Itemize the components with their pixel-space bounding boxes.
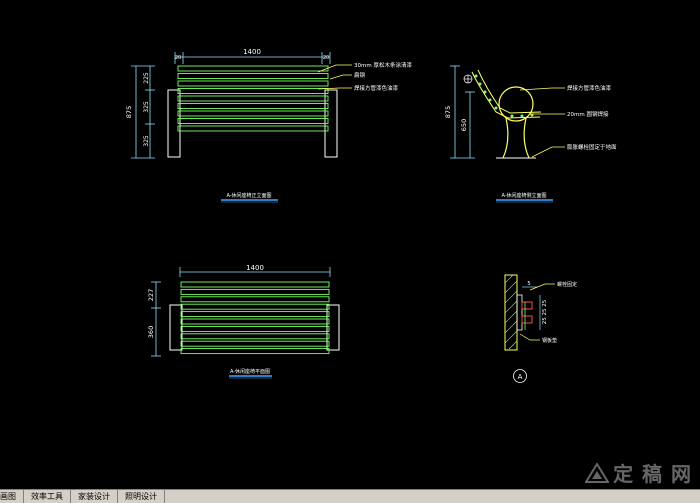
- tab-draw[interactable]: 画图: [0, 490, 24, 503]
- front-elevation: 1400 20 20 875 225 325 325 30mm 厚松木条涂清漆 …: [125, 48, 412, 203]
- front-label-wood: 30mm 厚松木条涂清漆: [354, 61, 412, 69]
- plan-slat: [180, 348, 330, 355]
- tab-lighting-design[interactable]: 照明设计: [118, 490, 165, 503]
- plan-slat: [180, 303, 330, 310]
- front-height-label-2: 325: [143, 101, 150, 113]
- side-caption: A-休闲座椅侧立面图: [501, 192, 546, 199]
- plan-slat: [180, 281, 330, 288]
- detail-top-dim-label: 5: [527, 281, 530, 287]
- detail-label-bolt: 螺栓固定: [557, 281, 577, 288]
- tab-interior-design[interactable]: 家装设计: [71, 490, 118, 503]
- front-slat: [177, 103, 329, 109]
- watermark: 定 稿 网: [585, 458, 692, 487]
- detail-leader-2: [519, 333, 540, 341]
- plan-slat: [180, 325, 330, 332]
- side-elevation: 875 650 焊接方管漆色油漆 20mm 圆钢焊接 膨胀螺栓固定于地面 A-休…: [444, 65, 617, 203]
- front-left-offset-label: 20: [175, 55, 181, 61]
- side-leader-3: [531, 146, 565, 158]
- detail-label-pad: 钢板垫: [542, 337, 557, 344]
- front-slat: [177, 95, 329, 102]
- front-label-flatsteel: 扁钢: [354, 71, 366, 79]
- front-height-label-1: 225: [143, 72, 150, 84]
- front-slat: [177, 88, 329, 94]
- cad-drawing-canvas: 1400 20 20 875 225 325 325 30mm 厚松木条涂清漆 …: [0, 0, 700, 503]
- side-label-tube: 焊接方管漆色油漆: [567, 84, 612, 92]
- plan-slat: [180, 288, 330, 295]
- front-label-tube: 焊接方管漆色油漆: [354, 84, 399, 92]
- side-steel-ring: [498, 86, 534, 122]
- side-total-height-label: 875: [444, 106, 452, 118]
- tab-efficiency-tools[interactable]: 效率工具: [24, 490, 71, 503]
- side-leader-1: [519, 87, 565, 91]
- plan-slat: [180, 340, 330, 347]
- plan-view: 1400 227 360 A-休闲座椅平面图: [147, 264, 340, 379]
- front-leader-2: [329, 74, 352, 80]
- front-caption: A-休闲座椅正立面图: [226, 192, 271, 199]
- cad-drawing: 1400 20 20 875 225 325 325 30mm 厚松木条涂清漆 …: [125, 48, 617, 383]
- plan-slat: [180, 333, 330, 340]
- side-label-anchor: 膨胀螺栓固定于地面: [567, 143, 617, 151]
- side-leg-right: [523, 117, 530, 159]
- plan-left-support: [169, 304, 183, 351]
- logo-icon: [585, 462, 610, 483]
- plan-caption: A-休闲座椅平面图: [230, 368, 270, 375]
- front-slat: [177, 73, 329, 79]
- detail-bolt-2: [521, 315, 533, 324]
- front-width-label: 1400: [243, 48, 261, 56]
- plan-depth-label-2: 360: [147, 326, 155, 338]
- plan-slat: [180, 311, 330, 318]
- front-total-height-label: 875: [125, 106, 133, 118]
- detail-a: 5 25 25 25 螺栓固定 钢板垫 A: [504, 274, 577, 383]
- side-backrest-inner: [477, 69, 542, 114]
- detail-right-dim-label: 25 25 25: [542, 299, 548, 324]
- detail-bolt-1: [521, 301, 533, 310]
- front-slat: [177, 110, 329, 117]
- side-label-roundsteel: 20mm 圆钢焊接: [567, 110, 609, 118]
- watermark-text: 定 稿 网: [613, 462, 692, 486]
- plan-slat: [180, 318, 330, 325]
- plan-slat: [180, 296, 330, 303]
- front-slat: [177, 118, 329, 124]
- plan-slats: [180, 281, 330, 355]
- front-slat: [177, 80, 329, 87]
- plan-depth-label-1: 227: [147, 289, 155, 301]
- bottom-tab-bar: 画图 效率工具 家装设计 照明设计: [0, 489, 700, 503]
- side-leg-left: [502, 117, 509, 159]
- detail-steel-plate: [516, 294, 523, 331]
- front-slats: [177, 65, 329, 132]
- plan-width-label: 1400: [246, 264, 264, 272]
- front-slat: [177, 125, 329, 132]
- front-right-offset-label: 20: [323, 55, 329, 61]
- front-slat: [177, 65, 329, 72]
- front-height-label-3: 325: [143, 135, 150, 147]
- side-seat-height-label: 650: [460, 119, 468, 131]
- detail-wall-hatch: [504, 274, 518, 350]
- detail-marker-label: A: [518, 373, 523, 381]
